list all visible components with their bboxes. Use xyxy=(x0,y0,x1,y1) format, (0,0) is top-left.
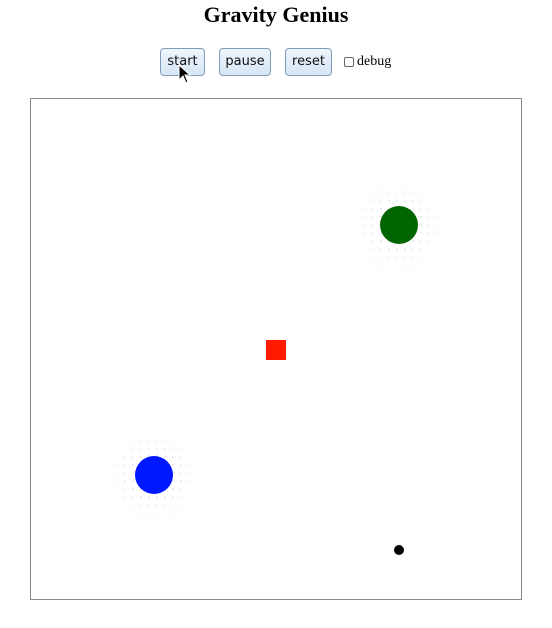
pause-button[interactable]: pause xyxy=(219,48,271,76)
green-planet xyxy=(380,206,418,244)
black-particle xyxy=(394,545,404,555)
page-title: Gravity Genius xyxy=(203,2,349,27)
mouse-pointer-icon xyxy=(178,64,192,84)
debug-label: debug xyxy=(357,54,392,69)
red-square xyxy=(266,340,286,360)
bodies-layer xyxy=(135,206,418,555)
debug-toggle[interactable]: debug xyxy=(344,54,391,70)
field-svg xyxy=(36,104,518,594)
simulation-canvas[interactable] xyxy=(30,98,522,600)
blue-planet xyxy=(135,456,173,494)
debug-checkbox[interactable] xyxy=(344,57,354,67)
toolbar: start pause reset debug xyxy=(0,48,552,78)
reset-button[interactable]: reset xyxy=(285,48,332,76)
